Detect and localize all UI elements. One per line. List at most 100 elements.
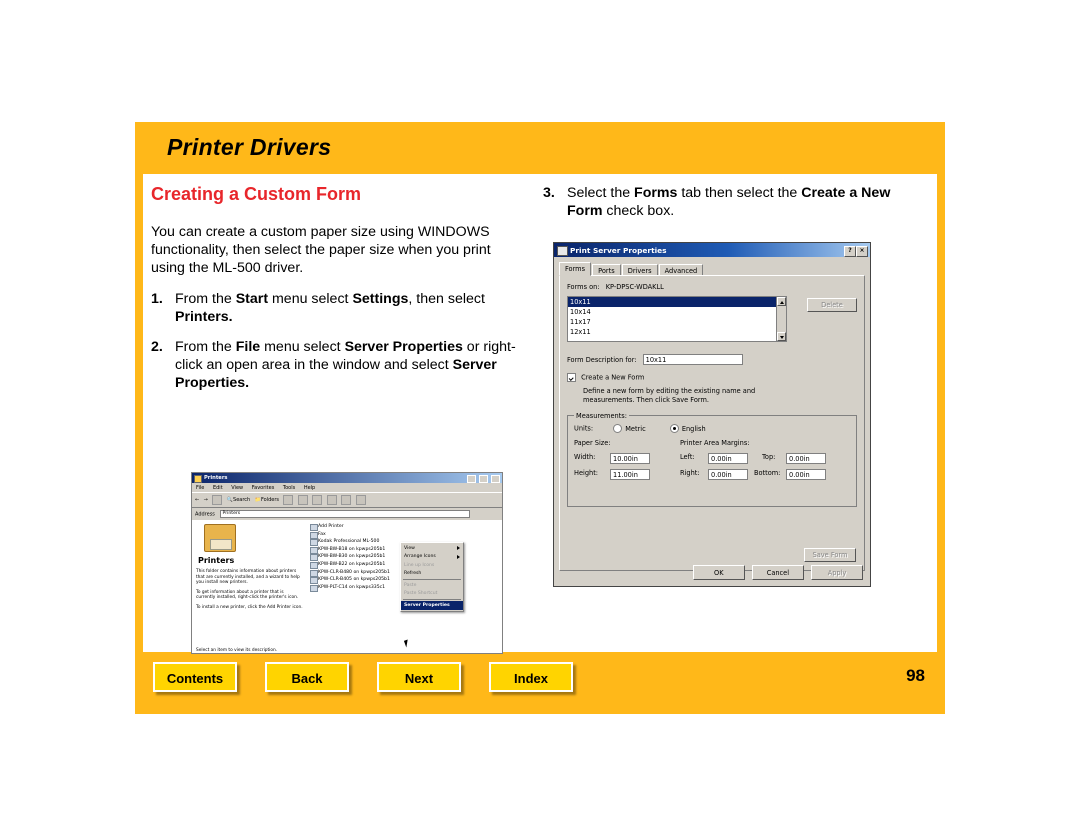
- forms-list-item[interactable]: 11x17: [568, 317, 786, 327]
- context-item-label: View: [404, 545, 415, 551]
- tab-forms[interactable]: Forms: [559, 262, 592, 276]
- undo-icon[interactable]: [341, 495, 352, 505]
- context-menu-separator: [403, 599, 461, 600]
- english-radio[interactable]: [669, 424, 679, 433]
- menu-tools[interactable]: Tools: [283, 485, 295, 491]
- list-item[interactable]: Add Printer: [310, 523, 502, 531]
- list-item-label: Add Printer: [318, 524, 344, 529]
- back-button[interactable]: ←: [195, 497, 199, 503]
- paper-size-label: Paper Size:: [574, 439, 611, 447]
- history-icon[interactable]: [283, 495, 294, 505]
- units-row: Units: Metric English: [574, 424, 850, 433]
- chevron-right-icon: [457, 546, 460, 550]
- print-server-properties-screenshot: Print Server Properties ? × Forms Ports …: [553, 242, 871, 587]
- search-button[interactable]: 🔍Search: [227, 497, 250, 503]
- help-button[interactable]: ?: [844, 245, 856, 257]
- copy-to-icon[interactable]: [312, 495, 323, 505]
- minimize-icon[interactable]: [467, 474, 477, 483]
- units-metric-option[interactable]: Metric: [613, 424, 646, 433]
- close-button[interactable]: ×: [856, 245, 868, 257]
- move-to-icon[interactable]: [297, 495, 308, 505]
- forms-list-item[interactable]: 12x11: [568, 327, 786, 337]
- english-label: English: [681, 424, 706, 433]
- form-description-input[interactable]: 10x11: [642, 354, 743, 365]
- printer-window-icon: [557, 246, 568, 256]
- menu-view[interactable]: View: [231, 485, 243, 491]
- list-item[interactable]: Fax: [310, 531, 502, 539]
- context-menu-item-view[interactable]: View: [401, 544, 463, 553]
- folders-label: Folders: [260, 497, 279, 503]
- forms-list-scrollbar[interactable]: [776, 297, 786, 341]
- save-form-button[interactable]: Save Form: [804, 548, 856, 562]
- printer-area-margins-label: Printer Area Margins:: [680, 439, 750, 447]
- create-new-form-checkbox[interactable]: [567, 373, 576, 382]
- forms-tab-panel: Forms on: KP-DPSC-WDAKLL 10x11 10x14 11x…: [559, 275, 865, 571]
- forms-listbox[interactable]: 10x11 10x14 11x17 12x11: [567, 296, 787, 342]
- right-column: 3. Select the Forms tab then select the …: [543, 184, 929, 644]
- menu-edit[interactable]: Edit: [213, 485, 223, 491]
- steps-list: 1. From the Start menu select Settings, …: [151, 290, 523, 393]
- menu-file[interactable]: File: [196, 485, 204, 491]
- intro-paragraph: You can create a custom paper size using…: [151, 224, 491, 277]
- height-input[interactable]: 11.00in: [610, 469, 650, 480]
- menu-favorites[interactable]: Favorites: [252, 485, 275, 491]
- list-item-label: KPW-CLR-B405 on kpwps205b1: [318, 577, 390, 583]
- create-new-form-help: Define a new form by editing the existin…: [583, 387, 756, 404]
- address-input[interactable]: Printers: [219, 510, 470, 518]
- context-menu-item-refresh[interactable]: Refresh: [401, 570, 463, 579]
- left-margin-input[interactable]: 0.00in: [708, 453, 748, 464]
- psp-inner: Forms Ports Drivers Advanced Forms on: K…: [554, 257, 870, 586]
- page-content: Creating a Custom Form You can create a …: [143, 174, 937, 654]
- delete-icon[interactable]: [326, 495, 337, 505]
- metric-radio[interactable]: [613, 424, 623, 433]
- folder-label: Printers: [198, 556, 235, 565]
- index-button[interactable]: Index: [489, 662, 573, 692]
- forms-list-item[interactable]: 10x14: [568, 307, 786, 317]
- views-icon[interactable]: [355, 495, 366, 505]
- forms-list-item[interactable]: 10x11: [568, 297, 786, 307]
- delete-button[interactable]: Delete: [807, 298, 857, 312]
- context-menu-item-paste-shortcut: Paste Shortcut: [401, 590, 463, 599]
- cancel-button[interactable]: Cancel: [751, 565, 804, 580]
- folder-description-2: To get information about a printer that …: [196, 589, 299, 601]
- measurements-label: Measurements:: [574, 412, 629, 420]
- scroll-down-icon[interactable]: [777, 332, 786, 341]
- maximize-icon[interactable]: [479, 474, 489, 483]
- right-margin-input[interactable]: 0.00in: [708, 469, 748, 480]
- forms-on-value: KP-DPSC-WDAKLL: [605, 283, 664, 291]
- close-icon[interactable]: [491, 474, 500, 483]
- folder-description-3: To install a new printer, click the Add …: [196, 604, 303, 610]
- context-menu-item-server-properties[interactable]: Server Properties: [401, 601, 463, 610]
- printer-icon: [310, 584, 318, 592]
- step-2: 2. From the File menu select Server Prop…: [151, 338, 523, 393]
- units-english-option[interactable]: English: [669, 424, 706, 433]
- scroll-up-icon[interactable]: [777, 297, 786, 306]
- forward-button[interactable]: →: [204, 497, 208, 503]
- list-item-label: KPW-BW-B22 on kpwps205b1: [318, 561, 386, 567]
- up-icon[interactable]: [212, 495, 223, 505]
- context-menu-separator: [403, 579, 461, 580]
- psp-title-text: Print Server Properties: [570, 246, 667, 255]
- printers-window-icon: [194, 475, 202, 483]
- folders-button[interactable]: 📁Folders: [255, 497, 279, 503]
- step-1: 1. From the Start menu select Settings, …: [151, 290, 523, 326]
- menu-help[interactable]: Help: [304, 485, 315, 491]
- printers-toolbar: ← → 🔍Search 📁Folders: [192, 492, 502, 508]
- context-menu-item-paste: Paste: [401, 581, 463, 590]
- back-button[interactable]: Back: [265, 662, 349, 692]
- manual-page: Printer Drivers Creating a Custom Form Y…: [135, 122, 945, 714]
- apply-button[interactable]: Apply: [811, 565, 863, 580]
- page-title: Printer Drivers: [167, 134, 332, 160]
- context-item-label: Line up Icons: [404, 562, 435, 568]
- step-3: 3. Select the Forms tab then select the …: [543, 184, 929, 220]
- list-item-label: Fax: [318, 531, 326, 537]
- size-headers-row: Paper Size: Printer Area Margins:: [574, 439, 850, 453]
- next-button[interactable]: Next: [377, 662, 461, 692]
- ok-button[interactable]: OK: [692, 565, 745, 580]
- context-menu-item-arrange-icons[interactable]: Arrange Icons: [401, 553, 463, 562]
- bottom-margin-input[interactable]: 0.00in: [786, 469, 826, 480]
- top-margin-input[interactable]: 0.00in: [786, 453, 826, 464]
- forms-on-row: Forms on: KP-DPSC-WDAKLL: [567, 283, 857, 291]
- contents-button[interactable]: Contents: [153, 662, 237, 692]
- width-input[interactable]: 10.00in: [610, 453, 650, 464]
